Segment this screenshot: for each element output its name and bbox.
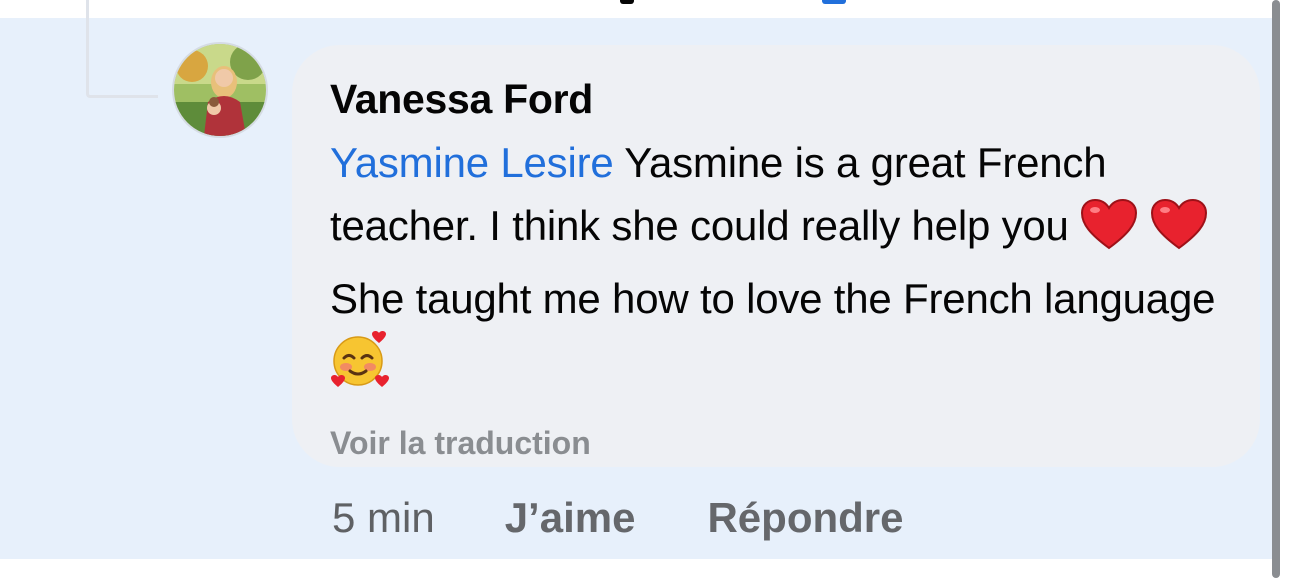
- red-heart-icon: [1080, 198, 1138, 267]
- scrollbar[interactable]: [1272, 0, 1280, 578]
- comment-bubble: Vanessa Ford Yasmine Lesire Yasmine is a…: [292, 45, 1260, 467]
- reply-button[interactable]: Répondre: [707, 494, 903, 542]
- profile-photo-icon: [174, 44, 266, 136]
- red-heart-icon: [1150, 198, 1208, 267]
- comment-text: Yasmine Lesire Yasmine is a great French…: [330, 131, 1230, 405]
- avatar[interactable]: [174, 44, 266, 136]
- smiling-face-with-hearts-icon: [330, 330, 390, 405]
- mention-link[interactable]: Yasmine Lesire: [330, 139, 614, 186]
- comment-timestamp[interactable]: 5 min: [332, 494, 435, 542]
- comment-text-part-2: She taught me how to love the French lan…: [330, 275, 1216, 322]
- bottom-spacer: [0, 559, 1272, 578]
- see-translation-link[interactable]: Voir la traduction: [330, 425, 1222, 462]
- comment-actions: 5 min J’aime Répondre: [332, 488, 903, 548]
- cut-off-text-fragment: [560, 0, 860, 4]
- like-button[interactable]: J’aime: [505, 494, 636, 542]
- reply-thread-connector: [86, 0, 158, 98]
- comment-author[interactable]: Vanessa Ford: [330, 73, 1222, 125]
